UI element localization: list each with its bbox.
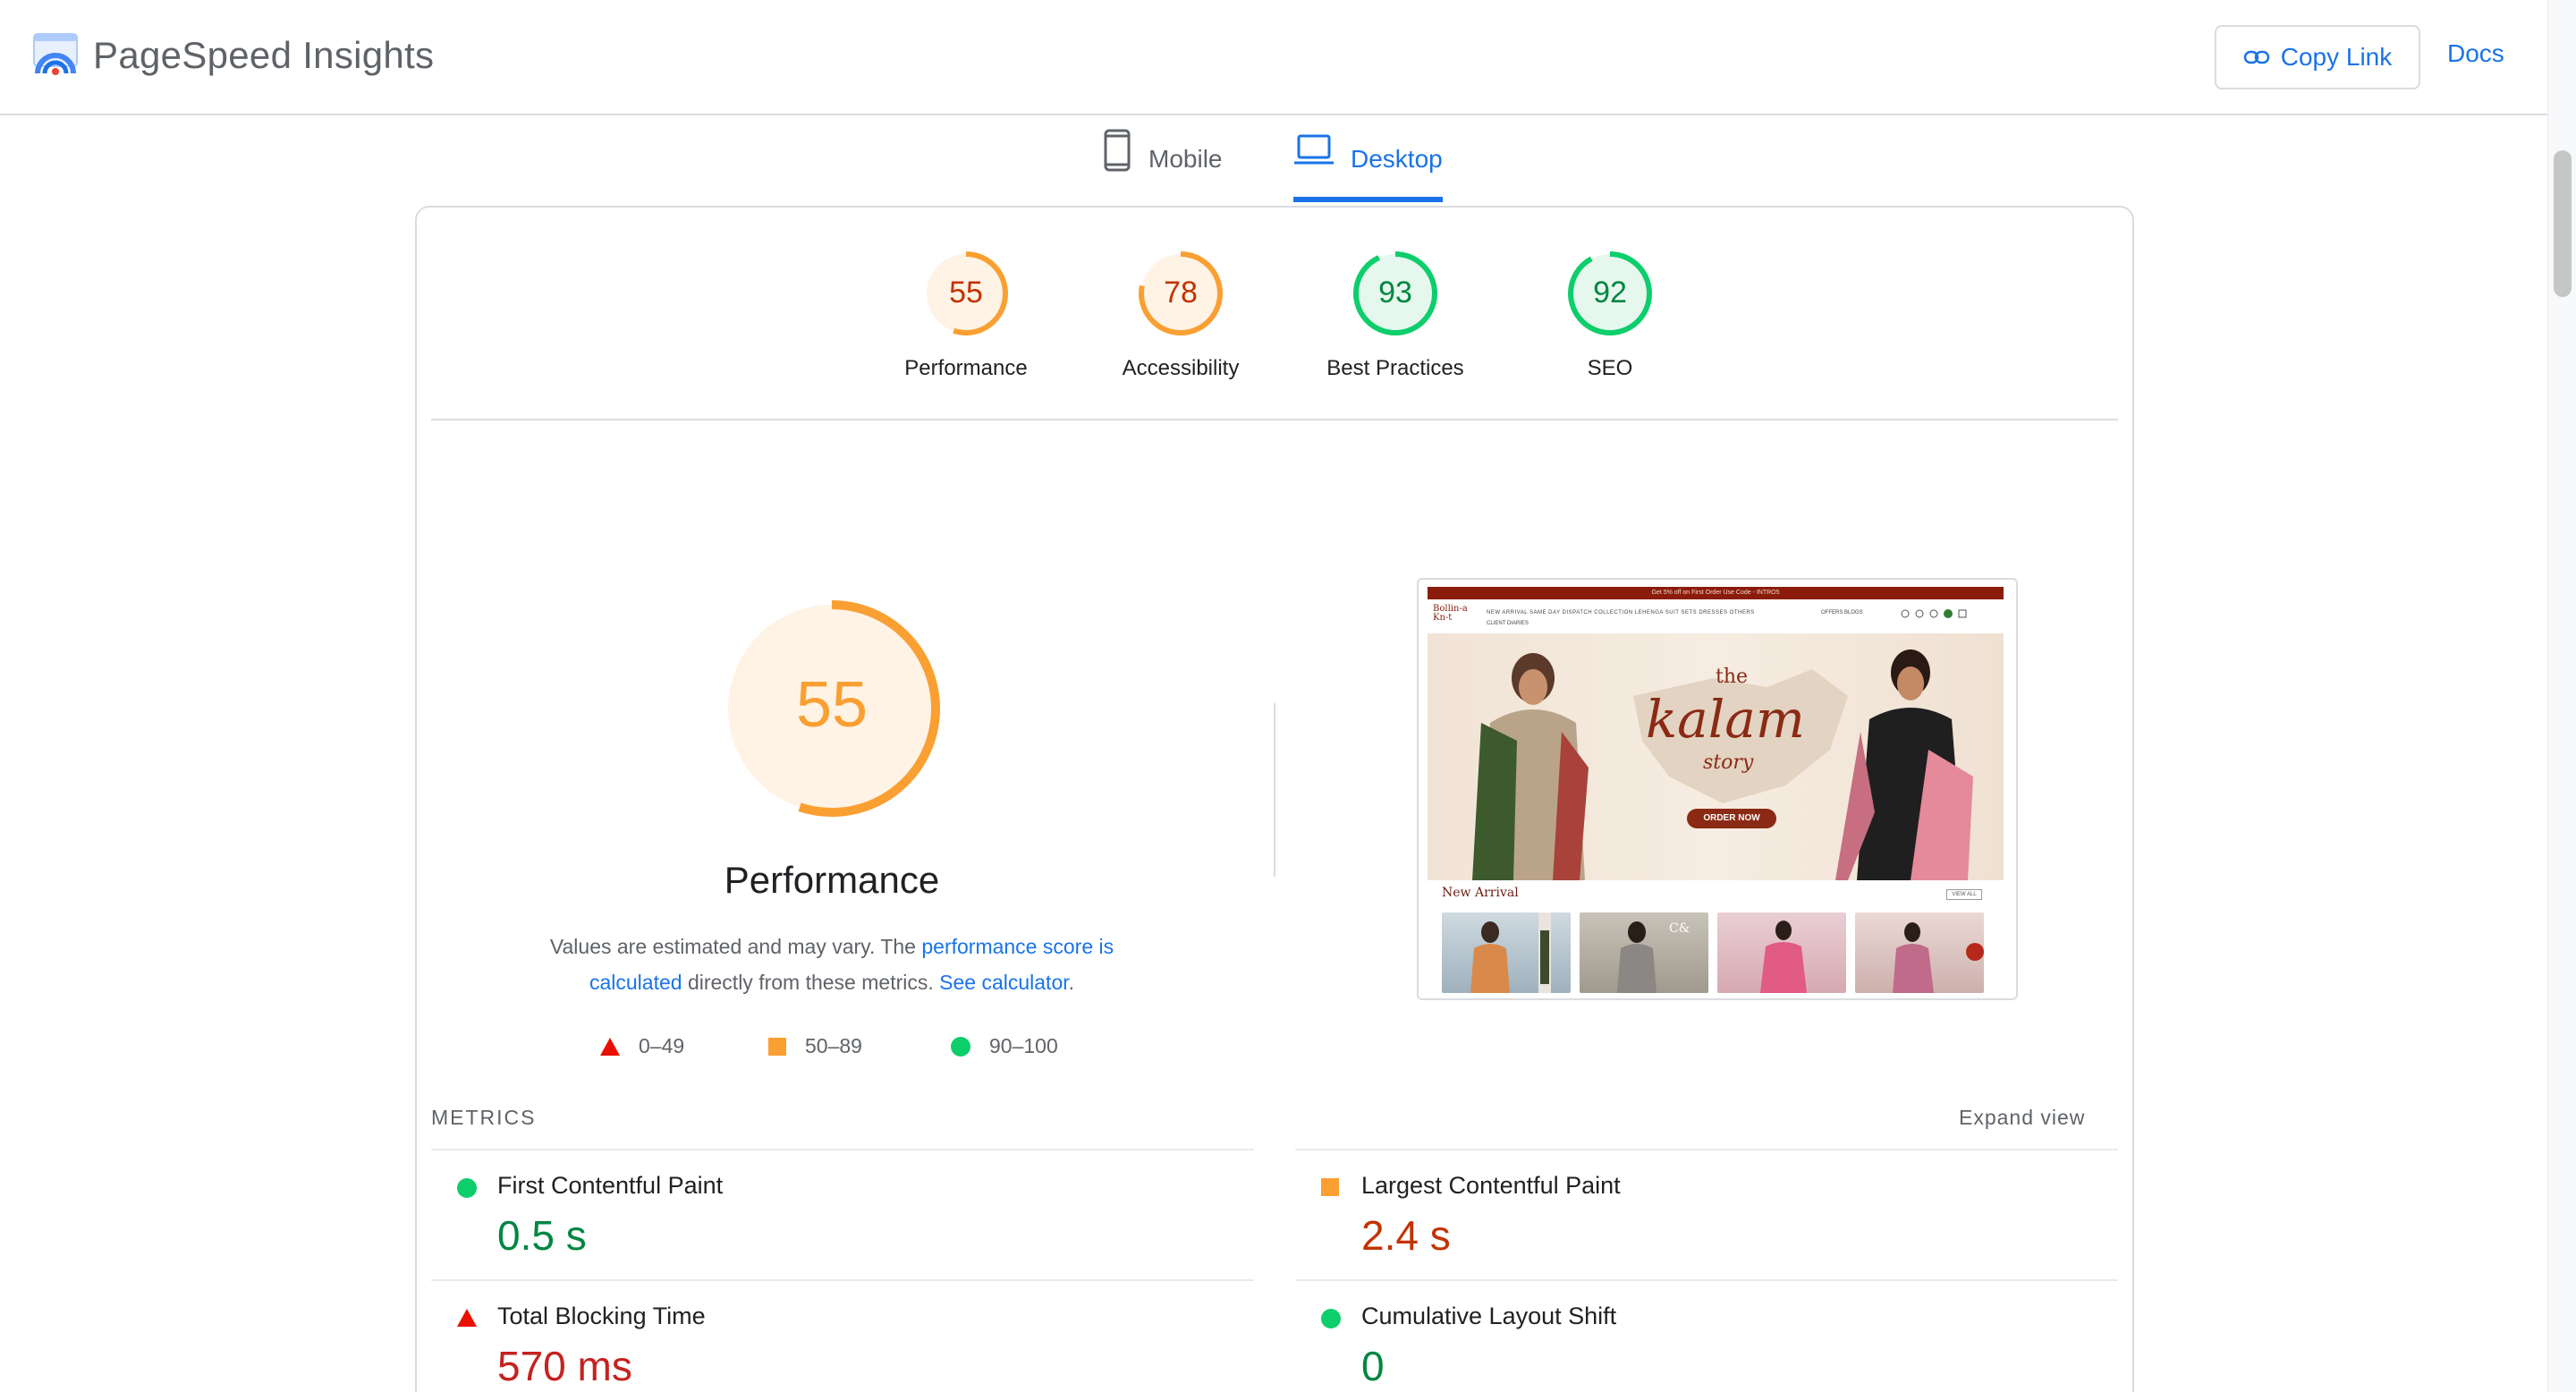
tab-desktop[interactable]: Desktop: [1293, 132, 1443, 202]
red-triangle-icon: [457, 1309, 477, 1327]
orange-square-icon: [768, 1037, 786, 1056]
score-label: Best Practices: [1326, 356, 1464, 380]
score-value: 78: [1164, 276, 1198, 310]
product-image: [1470, 912, 1551, 993]
desc-text-1: Values are estimated and may vary. The: [549, 935, 922, 958]
hero-small-text: the: [1716, 666, 1749, 688]
site-logo-line2: Kn-t: [1433, 613, 1453, 623]
score-ring: 55: [924, 251, 1008, 335]
site-menu-secondary: CLIENT DIARIES: [1487, 621, 1529, 626]
site-promo-banner: Get 5% off on First Order Use Code - INT…: [1428, 587, 2004, 599]
score-ring: 78: [1139, 251, 1223, 335]
product-thumbnail[interactable]: [1717, 912, 1846, 993]
product-image: C&: [1617, 921, 1690, 993]
mobile-phone-icon: [1104, 129, 1131, 172]
metric-divider: [431, 1149, 1254, 1150]
metric-name: Largest Contentful Paint: [1361, 1172, 1621, 1199]
green-circle-icon: [457, 1178, 477, 1198]
score-ring: 92: [1568, 251, 1652, 335]
site-menu-right: OFFERS BLOGS: [1821, 610, 1863, 615]
performance-score: 55: [796, 669, 868, 741]
product-thumbnails: C&: [1442, 912, 1993, 993]
site-hero-banner: the kalam story ORDER NOW: [1428, 633, 2004, 880]
app-title: PageSpeed Insights: [93, 34, 435, 76]
legend-fail-range: 0–49: [639, 1034, 685, 1057]
metric-divider: [431, 1279, 1254, 1281]
legend-pass-range: 90–100: [989, 1034, 1058, 1057]
laptop-icon: [1294, 134, 1334, 165]
pagespeed-logo-icon: [33, 33, 78, 75]
score-gauge[interactable]: 78 Accessibility: [1073, 249, 1288, 381]
performance-gauge: 55: [724, 600, 940, 817]
legend-fail: 0–49: [599, 1034, 684, 1058]
performance-description: Values are estimated and may vary. The p…: [501, 929, 1163, 1000]
svg-text:C&: C&: [1669, 921, 1690, 936]
desc-text-2: directly from these metrics.: [682, 971, 940, 994]
view-all-button[interactable]: VIEW ALL: [1946, 889, 1982, 900]
score-gauge[interactable]: 92 SEO: [1503, 249, 1717, 381]
legend-pass: 90–100: [950, 1034, 1058, 1058]
score-label: Accessibility: [1122, 356, 1240, 380]
score-value: 93: [1378, 276, 1412, 310]
copy-link-label: Copy Link: [2280, 43, 2393, 71]
score-value: 92: [1593, 276, 1627, 310]
metric-value: 0: [1361, 1343, 1385, 1389]
green-circle-icon: [951, 1036, 970, 1057]
docs-link[interactable]: Docs: [2447, 39, 2504, 68]
product-thumbnail[interactable]: [1855, 912, 1984, 993]
site-nav: Bollin-a Kn-t NEW ARRIVAL SAME DAY DISPA…: [1428, 601, 2004, 633]
metrics-heading: METRICS: [431, 1106, 537, 1129]
metric-value: 570 ms: [497, 1343, 632, 1389]
scrollbar-thumb[interactable]: [2554, 150, 2572, 297]
site-nav-icons: [1901, 609, 1967, 618]
green-circle-icon: [1321, 1309, 1341, 1328]
tab-mobile-label: Mobile: [1148, 145, 1223, 173]
metric-value: 0.5 s: [497, 1212, 587, 1259]
score-gauge[interactable]: 93 Best Practices: [1288, 249, 1503, 381]
see-calculator-link[interactable]: See calculator: [939, 971, 1068, 994]
product-image: [1893, 922, 1984, 993]
brand[interactable]: PageSpeed Insights: [32, 32, 434, 79]
vertical-separator: [1274, 703, 1275, 877]
scrollbar[interactable]: [2547, 0, 2576, 1392]
score-label: Performance: [904, 356, 1028, 380]
copy-link-button[interactable]: Copy Link: [2215, 25, 2420, 89]
legend-average-range: 50–89: [805, 1034, 862, 1057]
app-header: PageSpeed Insights Copy Link Docs: [0, 0, 2547, 115]
tab-desktop-label: Desktop: [1351, 145, 1443, 173]
metric-name: First Contentful Paint: [497, 1172, 724, 1199]
product-thumbnail[interactable]: C&: [1580, 912, 1708, 993]
metric-name: Total Blocking Time: [497, 1303, 706, 1329]
metric-value: 2.4 s: [1361, 1212, 1451, 1259]
hero-title: kalam: [1646, 689, 1805, 750]
product-image: [1760, 921, 1807, 993]
hero-subtitle: story: [1703, 751, 1754, 774]
desc-text-3: .: [1068, 971, 1075, 994]
performance-title: Performance: [724, 859, 940, 901]
score-gauge[interactable]: 55 Performance: [859, 249, 1073, 381]
site-logo: Bollin-a Kn-t: [1433, 605, 1468, 623]
metric-name: Cumulative Layout Shift: [1361, 1303, 1617, 1329]
metric-divider: [1295, 1149, 2118, 1150]
score-gauges: 55 Performance 78 Accessibility 93 Best Pract…: [859, 249, 1717, 381]
divider: [431, 419, 2118, 420]
new-arrival-title: New Arrival: [1442, 886, 1519, 900]
orange-square-icon: [1321, 1178, 1339, 1196]
expand-view-button[interactable]: Expand view: [1959, 1106, 2085, 1130]
hero-order-now-button[interactable]: ORDER NOW: [1687, 809, 1776, 828]
product-thumbnail[interactable]: [1442, 912, 1571, 993]
score-ring: 93: [1353, 251, 1437, 335]
site-menu: NEW ARRIVAL SAME DAY DISPATCH COLLECTION…: [1487, 610, 1755, 615]
score-value: 55: [949, 276, 983, 310]
metric-divider: [1295, 1279, 2118, 1281]
red-triangle-icon: [600, 1037, 620, 1056]
link-icon: [2243, 50, 2269, 64]
legend-average: 50–89: [767, 1034, 862, 1058]
score-label: SEO: [1587, 356, 1633, 380]
tab-mobile[interactable]: Mobile: [1102, 129, 1223, 200]
final-screenshot[interactable]: Get 5% off on First Order Use Code - INT…: [1417, 578, 2018, 1000]
